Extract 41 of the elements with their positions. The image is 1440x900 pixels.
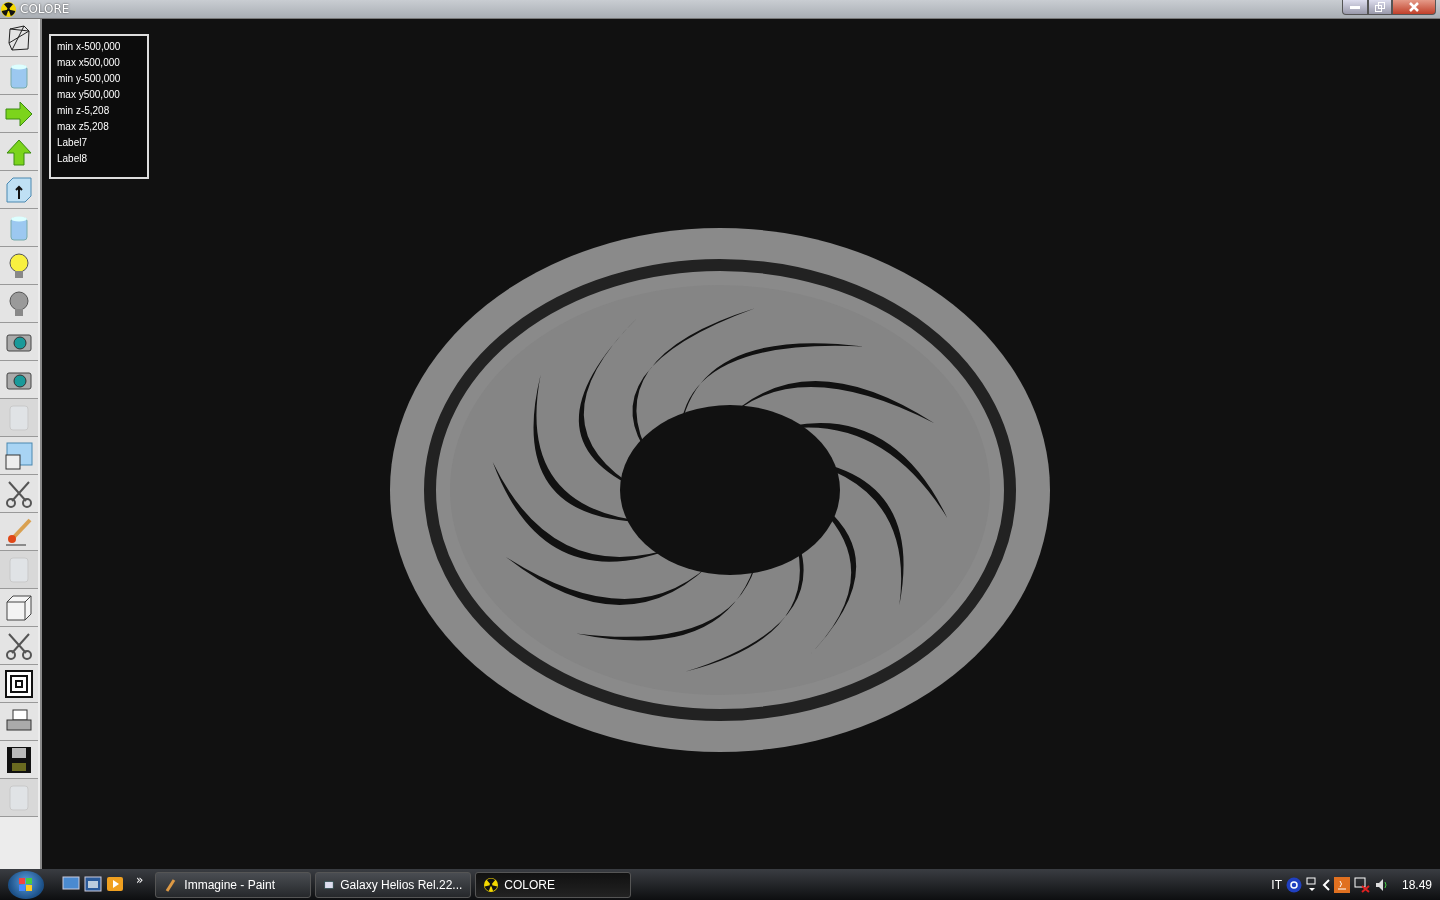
window-title: COLORE bbox=[20, 2, 71, 16]
concentric-squares-icon bbox=[4, 668, 34, 699]
paintbrush-icon bbox=[4, 516, 34, 547]
taskbar-button[interactable]: COLORE bbox=[475, 871, 632, 898]
info-label: min z-5,208 bbox=[57, 104, 111, 118]
media-player-button[interactable] bbox=[106, 875, 124, 894]
toolbar-button[interactable] bbox=[0, 741, 38, 779]
window-icon bbox=[324, 878, 335, 891]
info-label: Label8 bbox=[57, 152, 89, 166]
minimize-icon bbox=[1350, 5, 1360, 9]
info-label: max y500,000 bbox=[57, 88, 121, 102]
radiation-icon bbox=[484, 877, 499, 892]
close-button[interactable] bbox=[1392, 0, 1436, 15]
toolbar-button[interactable] bbox=[0, 323, 38, 361]
clock: 18.49 bbox=[1401, 877, 1432, 892]
taskbar-button[interactable]: Galaxy Helios Rel.22... bbox=[315, 871, 472, 898]
restore-button[interactable] bbox=[1368, 0, 1392, 15]
chevron-left-icon[interactable] bbox=[1321, 878, 1330, 891]
restore-icon bbox=[1375, 2, 1385, 12]
info-label: min y-500,000 bbox=[57, 72, 122, 86]
info-label: Label7 bbox=[57, 136, 89, 150]
start-button[interactable] bbox=[8, 870, 44, 899]
info-label: min x-500,000 bbox=[57, 40, 122, 54]
play-icon bbox=[106, 875, 124, 892]
toolbar-button[interactable] bbox=[0, 171, 38, 209]
taskbar-button[interactable]: Immagine - Paint bbox=[155, 871, 312, 898]
more-button[interactable]: » bbox=[136, 873, 144, 887]
toolbar-button[interactable] bbox=[0, 361, 38, 399]
language-indicator[interactable]: IT bbox=[1271, 877, 1282, 892]
cube-icon bbox=[4, 592, 34, 623]
close-icon bbox=[1409, 2, 1419, 12]
network-error-icon[interactable] bbox=[1353, 876, 1370, 893]
info-label: max x500,000 bbox=[57, 56, 121, 70]
info-label: max z5,208 bbox=[57, 120, 110, 134]
cube-arrow-icon bbox=[4, 174, 34, 205]
toolbar-button[interactable] bbox=[0, 19, 38, 57]
minimize-button[interactable] bbox=[1342, 0, 1368, 15]
radiation-icon bbox=[1, 1, 16, 17]
toolbar-button[interactable] bbox=[0, 665, 38, 703]
desktop-icon bbox=[62, 875, 80, 892]
windows-logo-icon bbox=[19, 877, 33, 892]
